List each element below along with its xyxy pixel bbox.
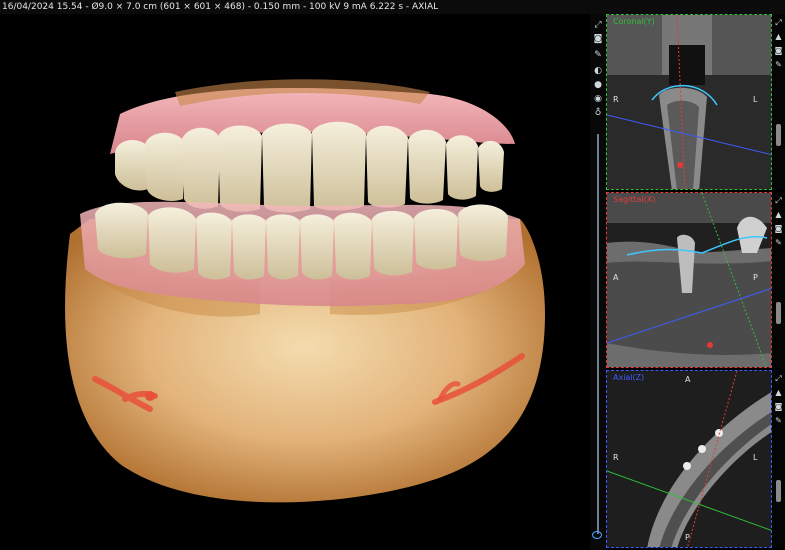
axial-title: Axial(Z) — [613, 373, 645, 382]
opacity-slider-knob[interactable] — [592, 531, 602, 539]
sagittal-anterior-label: A — [613, 273, 619, 282]
coronal-title: Coronal(Y) — [613, 17, 655, 26]
sagittal-posterior-label: P — [753, 273, 758, 282]
sagittal-title: Sagittal(X) — [613, 195, 656, 204]
coronal-image — [607, 15, 771, 189]
head-front-icon[interactable]: ● — [592, 80, 604, 91]
axial-posterior-label: P — [685, 533, 690, 542]
axial-image — [607, 371, 771, 547]
sagittal-tools: ⤢ ▲ ◙ ✎ — [772, 192, 785, 368]
sagittal-expand-icon[interactable]: ⤢ — [773, 196, 784, 206]
jaw-3d-render — [65, 79, 545, 503]
axial-slice-view[interactable]: Axial(Z) A R L P — [606, 370, 772, 548]
axial-measure-icon[interactable]: ▲ — [773, 388, 784, 398]
status-bar: 16/04/2024 15.54 - Ø9.0 × 7.0 cm (601 × … — [0, 0, 785, 14]
coronal-wrench-icon[interactable]: ✎ — [773, 60, 784, 70]
coronal-slice-view[interactable]: Coronal(Y) R L — [606, 14, 772, 190]
skull-icon[interactable]: ◉ — [592, 94, 604, 105]
sagittal-slice-view[interactable]: Sagittal(X) A P — [606, 192, 772, 368]
wrench-icon[interactable]: ✎ — [592, 50, 604, 61]
camera-icon[interactable]: ◙ — [592, 34, 604, 45]
tooth-icon[interactable]: ♁ — [592, 108, 604, 119]
opacity-slider-track[interactable] — [597, 134, 599, 534]
expand-icon[interactable]: ⤢ — [592, 20, 604, 31]
view-toolbar: ⤢ ◙ ✎ ◐ ● ◉ ♁ — [590, 14, 606, 550]
sagittal-measure-icon[interactable]: ▲ — [773, 210, 784, 220]
sagittal-scrollbar[interactable] — [776, 302, 781, 324]
coronal-expand-icon[interactable]: ⤢ — [773, 18, 784, 28]
axial-wrench-icon[interactable]: ✎ — [773, 416, 784, 426]
axial-left-label: L — [753, 453, 758, 462]
axial-right-label: R — [613, 453, 619, 462]
coronal-camera-icon[interactable]: ◙ — [773, 46, 784, 56]
sagittal-wrench-icon[interactable]: ✎ — [773, 238, 784, 248]
coronal-tools: ⤢ ▲ ◙ ✎ — [772, 14, 785, 190]
sagittal-camera-icon[interactable]: ◙ — [773, 224, 784, 234]
axial-anterior-label: A — [685, 375, 691, 384]
sagittal-image — [607, 193, 771, 367]
coronal-left-label: R — [613, 95, 619, 104]
scan-info: 16/04/2024 15.54 - Ø9.0 × 7.0 cm (601 × … — [2, 2, 439, 12]
coronal-right-label: L — [753, 95, 758, 104]
coronal-scrollbar[interactable] — [776, 124, 781, 146]
coronal-measure-icon[interactable]: ▲ — [773, 32, 784, 42]
axial-scrollbar[interactable] — [776, 480, 781, 502]
axial-expand-icon[interactable]: ⤢ — [773, 374, 784, 384]
volume-render-view[interactable] — [0, 14, 589, 550]
axial-camera-icon[interactable]: ◙ — [773, 402, 784, 412]
axial-tools: ⤢ ▲ ◙ ✎ — [772, 370, 785, 548]
head-side-icon[interactable]: ◐ — [592, 66, 604, 77]
